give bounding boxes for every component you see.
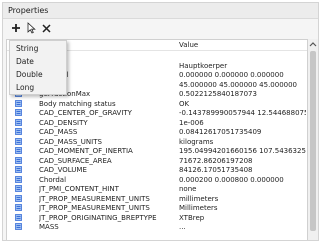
property-value[interactable]: ... (179, 223, 306, 231)
table-row[interactable]: Chordal 0.000200 0.000800 0.000000 (7, 175, 307, 185)
property-value[interactable]: Hauptkoerper (179, 62, 306, 70)
property-name: JT_PMI_CONTENT_HINT (39, 185, 119, 193)
property-name: MASS (39, 223, 59, 231)
property-value[interactable]: kilograms (179, 138, 306, 146)
property-value[interactable]: 84126.17051735408 (179, 166, 306, 174)
property-name: CAD_MOMENT_OF_INERTIA (39, 147, 133, 155)
property-value[interactable]: 0.000000 0.000000 0.000000 (179, 71, 306, 79)
close-icon (41, 23, 51, 33)
property-value[interactable]: XTBrep (179, 214, 306, 222)
table-row[interactable]: CAD_SURFACE_AREA 71672.86206197208 (7, 156, 307, 166)
property-icon (15, 223, 22, 230)
table-row[interactable]: JT_PMI_CONTENT_HINT none (7, 184, 307, 194)
scroll-thumb[interactable] (310, 51, 316, 231)
property-name: CAD_DENSITY (39, 118, 88, 127)
menu-item-long[interactable]: Long (16, 83, 34, 92)
property-icon (15, 156, 22, 164)
column-header-value[interactable]: Value (179, 41, 198, 49)
plus-icon (12, 24, 20, 32)
cursor-icon (24, 20, 38, 36)
property-value[interactable]: millimeters (179, 195, 306, 203)
vertical-scrollbar[interactable] (308, 39, 318, 240)
property-value[interactable]: -0.143789990057944 12.544688075050... (179, 109, 306, 117)
property-name: JT_PROP_MEASUREMENT_UNITS (39, 204, 150, 212)
table-row[interactable]: Body matching status OK (7, 99, 307, 109)
property-name: CAD_CENTER_OF_GRAVITY (39, 109, 132, 117)
property-value[interactable]: 0.000200 0.000800 0.000000 (179, 176, 306, 184)
table-row[interactable]: CAD_MASS 0.08412617051735409 (7, 127, 307, 137)
property-name: CAD_VOLUME (39, 166, 87, 174)
property-icon (15, 99, 22, 107)
panel-title: Properties (8, 6, 49, 15)
property-name: JT_PROP_ORIGINATING_BREPTYPE (39, 213, 157, 222)
table-row[interactable]: CAD_MOMENT_OF_INERTIA 195.04994201660156 … (7, 146, 307, 156)
scroll-up-icon[interactable] (309, 41, 317, 47)
add-property-type-menu: String Date Double Long (9, 40, 67, 95)
property-value[interactable]: 71672.86206197208 (179, 157, 306, 165)
table-row[interactable]: CAD_VOLUME 84126.17051735408 (7, 165, 307, 175)
property-icon (15, 147, 22, 154)
property-name: Chordal (39, 175, 67, 184)
table-row[interactable]: JT_PROP_MEASUREMENT_UNITS millimeters (7, 194, 307, 204)
table-row[interactable]: CAD_MASS_UNITS kilograms (7, 137, 307, 147)
property-icon (15, 185, 22, 192)
property-icon (15, 166, 22, 173)
property-icon (15, 137, 22, 145)
table-row[interactable]: JT_PROP_MEASUREMENT_UNITS Millimeters (7, 203, 307, 213)
property-name: Body matching status (39, 99, 116, 108)
table-row[interactable]: JT_PROP_ORIGINATING_BREPTYPE XTBrep (7, 213, 307, 223)
property-value[interactable]: 195.04994201660156 107.543632507324... (179, 147, 306, 155)
property-value[interactable]: Millimeters (179, 204, 306, 212)
panel-title-bar: Properties (3, 3, 318, 19)
property-value[interactable]: 0.5022125840187073 (179, 90, 306, 98)
menu-item-double[interactable]: Double (16, 70, 43, 79)
properties-panel: Properties Value ODY_IDHauptkoerperODLev… (2, 2, 319, 241)
property-name: CAD_MASS_UNITS (39, 137, 102, 146)
property-icon (15, 118, 22, 126)
add-property-button[interactable] (9, 20, 23, 36)
menu-item-date[interactable]: Date (16, 57, 34, 66)
table-row[interactable]: CAD_DENSITY 1e-006 (7, 118, 307, 128)
property-value[interactable]: 0.08412617051735409 (179, 128, 306, 136)
property-icon (15, 128, 22, 135)
property-name: CAD_MASS (39, 128, 78, 136)
property-icon (15, 175, 22, 183)
property-value[interactable]: OK (179, 100, 306, 108)
property-value[interactable]: none (179, 185, 306, 193)
remove-property-button[interactable] (39, 20, 53, 36)
table-row[interactable]: MASS... (7, 222, 307, 232)
property-icon (15, 204, 22, 211)
property-value[interactable]: 45.000000 45.000000 45.000000 (179, 81, 306, 89)
property-name: JT_PROP_MEASUREMENT_UNITS (39, 194, 150, 203)
properties-toolbar (3, 19, 318, 37)
property-name: CAD_SURFACE_AREA (39, 156, 112, 165)
table-row[interactable]: CAD_CENTER_OF_GRAVITY -0.143789990057944 … (7, 108, 307, 118)
menu-item-string[interactable]: String (16, 44, 38, 53)
property-icon (15, 213, 22, 221)
property-icon (15, 194, 22, 202)
property-value[interactable]: 1e-006 (179, 119, 306, 127)
property-icon (15, 109, 22, 116)
